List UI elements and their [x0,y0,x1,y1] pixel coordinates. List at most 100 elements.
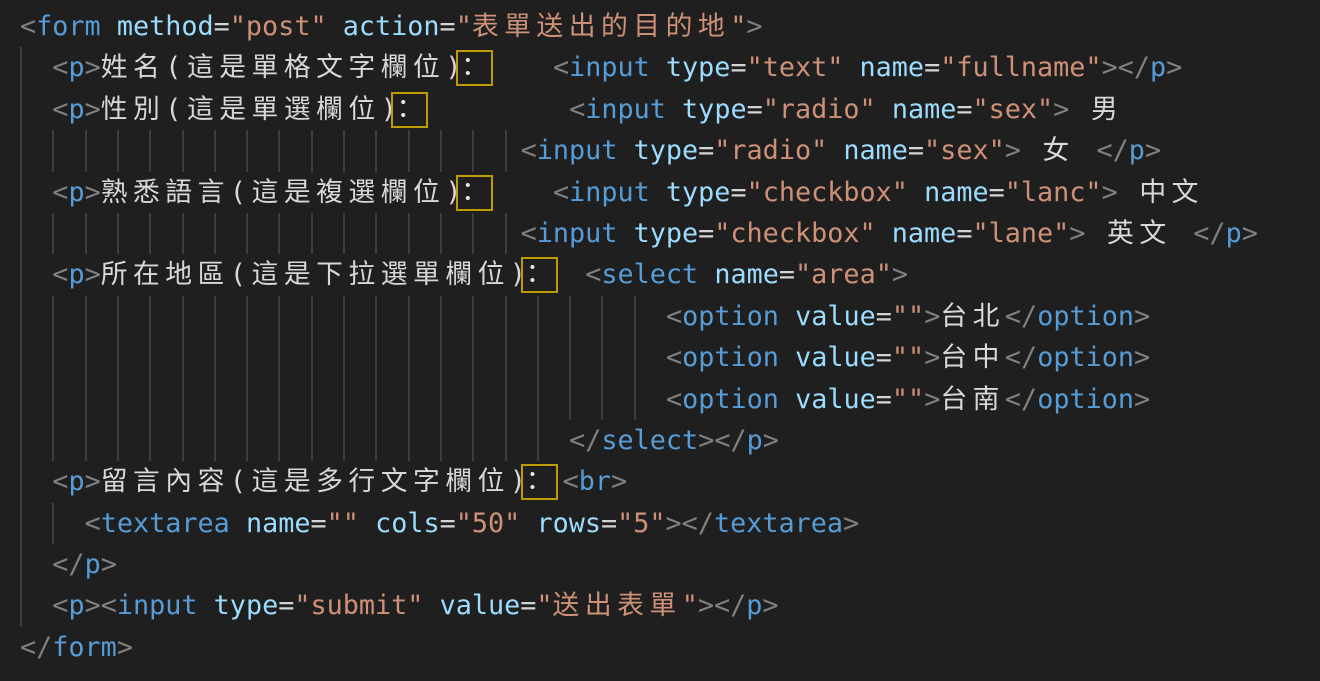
code-token: "submit" [294,590,423,621]
code-token: input [537,135,618,166]
code-token: < [585,259,601,290]
code-token [230,508,246,539]
code-token: = [779,259,795,290]
code-line[interactable]: <option value="">台北</option> [0,296,1320,337]
code-token: p [68,466,84,497]
code-segment: <input type="checkbox" name="lanc"> 中文 [553,172,1204,213]
code-line[interactable]: <p><input type="submit" value="送出表單"></p… [0,585,1320,626]
code-token: > [1102,177,1118,208]
code-token: "checkbox" [714,218,875,249]
code-token: 台北 [940,301,1005,332]
code-token: = [730,177,746,208]
indent-guide [214,379,216,420]
code-token: < [52,590,68,621]
code-segment: ： [521,461,558,502]
code-token: = [989,177,1005,208]
code-line[interactable]: <input type="radio" name="sex"> 女 </p> [0,130,1320,171]
code-line[interactable]: </form> [0,627,1320,668]
code-token [779,301,795,332]
code-line[interactable]: </select></p> [0,420,1320,461]
code-token: </ [714,425,746,456]
code-token: 所在地區(這是下拉選單欄位) [101,259,532,290]
code-line[interactable]: <option value="">台南</option> [0,379,1320,420]
code-token: = [956,94,972,125]
indent-guide [375,420,377,461]
indent-guide [472,337,474,378]
indent-guide [505,337,507,378]
code-line[interactable]: <p>姓名(這是單格文字欄位)：<input type="text" name=… [0,47,1320,88]
indent-guide [343,130,345,171]
code-token: = [730,52,746,83]
code-token: name [714,259,779,290]
indent-guide [343,296,345,337]
indent-guide [569,296,571,337]
code-token: "" [892,342,924,373]
indent-guide [634,296,636,337]
code-editor[interactable]: <form method="post" action="表單送出的目的地"><p… [0,0,1320,681]
code-token: < [666,384,682,415]
code-token: "radio" [714,135,827,166]
code-token: "50" [456,508,521,539]
code-segment: <textarea name="" cols="50" rows="5"></t… [85,503,860,544]
code-line[interactable]: <p>性別(這是單選欄位)：<input type="radio" name="… [0,89,1320,130]
code-token: </ [1193,218,1225,249]
code-token: input [117,590,198,621]
code-token: "text" [747,52,844,83]
indent-guide [20,379,22,420]
code-token: < [52,52,68,83]
code-token: option [682,342,779,373]
indent-guide [311,379,313,420]
indent-guide [505,213,507,254]
indent-guide [408,130,410,171]
code-token: </ [714,590,746,621]
code-token: name [860,52,925,83]
code-line[interactable]: <p>熟悉語言(這是複選欄位)：<input type="checkbox" n… [0,172,1320,213]
code-token: > [117,632,133,663]
code-token: type [682,94,747,125]
code-token: "area" [795,259,892,290]
code-token: method [117,11,214,42]
code-line[interactable]: <option value="">台中</option> [0,337,1320,378]
indent-guide [472,296,474,337]
code-token: p [746,590,762,621]
code-token: 表單送出的目的地 [472,11,730,42]
code-token: p [68,590,84,621]
code-line[interactable]: <form method="post" action="表單送出的目的地"> [0,6,1320,47]
indent-guide [537,337,539,378]
code-token: > [1134,301,1150,332]
code-token: type [634,135,699,166]
indent-guide [601,296,603,337]
unicode-highlight-box: ： [456,50,493,86]
code-token: = [440,11,456,42]
code-line[interactable]: <p>留言內容(這是多行文字欄位)：<br> [0,461,1320,502]
code-token: select [601,425,698,456]
code-token [666,94,682,125]
code-segment: <br> [563,461,628,502]
code-line[interactable]: <textarea name="" cols="50" rows="5"></t… [0,503,1320,544]
indent-guide [149,379,151,420]
indent-guide [440,213,442,254]
code-token: > [892,259,908,290]
code-token: = [311,508,327,539]
indent-guide [20,296,22,337]
code-line[interactable]: <p>所在地區(這是下拉選單欄位)：<select name="area"> [0,254,1320,295]
indent-guide [569,337,571,378]
code-token: p [1129,135,1145,166]
code-token: < [666,342,682,373]
code-segment: <p><input type="submit" value="送出表單"></p… [52,585,778,626]
code-token: < [563,466,579,497]
code-line[interactable]: <input type="checkbox" name="lane"> 英文 <… [0,213,1320,254]
code-token: < [20,11,36,42]
code-token: > [1242,218,1258,249]
code-token: textarea [101,508,230,539]
code-token: > [1005,135,1021,166]
code-token: value [795,384,876,415]
indent-guide [505,130,507,171]
code-token: > [1053,94,1069,125]
indent-guide [214,130,216,171]
code-token: "fullname" [940,52,1101,83]
code-line[interactable]: </p> [0,544,1320,585]
indent-guide [85,296,87,337]
code-token: "post" [230,11,327,42]
code-token: < [52,466,68,497]
